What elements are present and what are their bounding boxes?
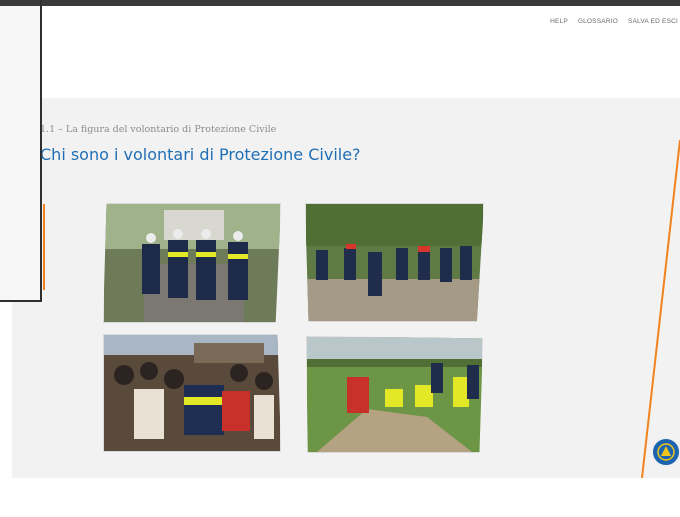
section-breadcrumb: 1.1 – La figura del volontario di Protez… (40, 124, 277, 135)
content-stage: 1.1 – La figura del volontario di Protez… (12, 98, 680, 478)
window-top-edge (40, 0, 680, 6)
volunteers-crowd-aid-photo (103, 334, 281, 452)
volunteers-gathering-field-photo (305, 203, 484, 322)
nav-save-exit-link[interactable]: SALVA ED ESCI (628, 18, 678, 25)
civil-protection-logo-icon (651, 437, 680, 467)
volunteers-sandbag-work-photo (306, 336, 483, 453)
volunteers-walking-street-photo (103, 203, 281, 323)
nav-help-link[interactable]: HELP (550, 18, 568, 25)
nav-glossary-link[interactable]: GLOSSARIO (578, 18, 618, 25)
page-title: Chi sono i volontari di Protezione Civil… (40, 145, 361, 164)
overlay-panel (0, 0, 42, 302)
overlay-top-edge (0, 0, 40, 6)
top-navigation: HELP GLOSSARIO SALVA ED ESCI (550, 18, 678, 25)
